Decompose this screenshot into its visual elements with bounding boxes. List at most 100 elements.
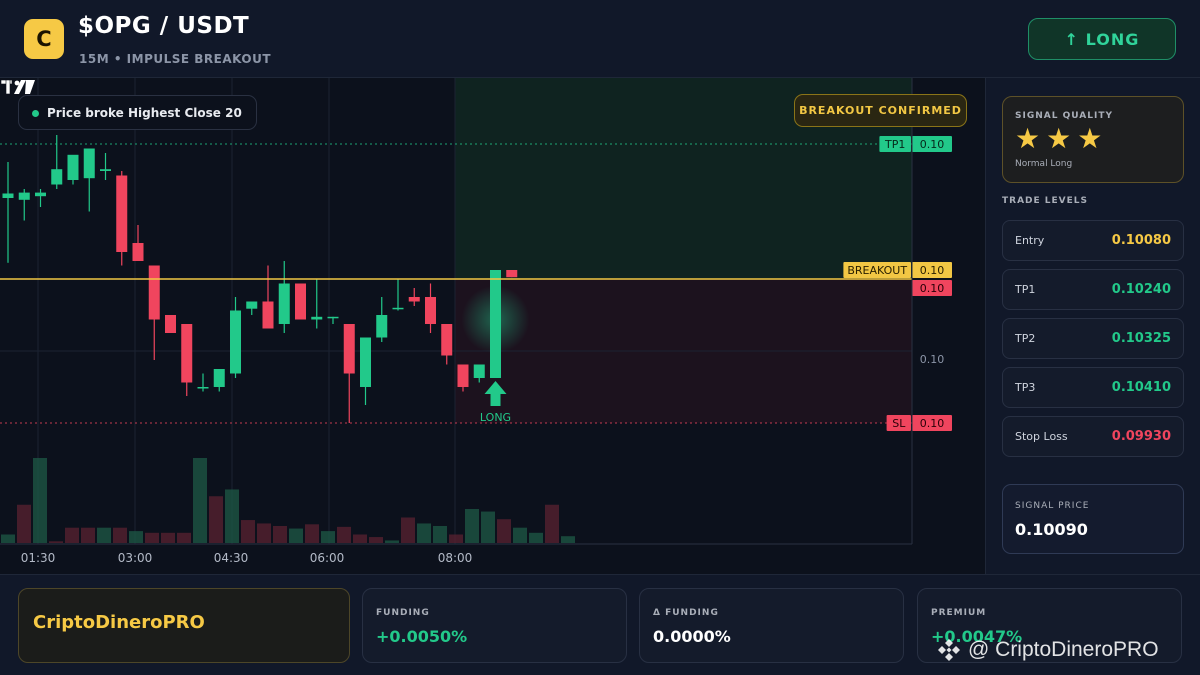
level-row-stop-loss: Stop Loss 0.09930 [1002, 416, 1184, 457]
candle-body [213, 369, 225, 387]
level-name: Stop Loss [1015, 430, 1068, 443]
volume-bar [257, 523, 271, 543]
volume-bar [561, 536, 575, 543]
current-price-tag: 0.10 [912, 280, 952, 296]
candle-body [311, 316, 323, 320]
volume-bar [49, 541, 63, 543]
star-icon: ★ [1015, 122, 1041, 155]
candle-body [35, 192, 46, 197]
breakout-price-tag: BREAKOUT 0.10 [843, 262, 952, 278]
volume-bar [529, 532, 543, 543]
volume-bar [129, 531, 143, 543]
candle-body [425, 297, 436, 324]
candle-body [2, 193, 14, 198]
level-value: 0.10080 [1111, 233, 1171, 248]
volume-bar [273, 526, 287, 543]
signal-info-pill: Price broke Highest Close 20 [18, 95, 257, 130]
candle-body [165, 315, 176, 333]
signal-price-card: SIGNAL PRICE 0.10090 [1002, 484, 1184, 554]
time-axis-label: 03:00 [118, 551, 153, 565]
tp1-price-tag: TP1 0.10 [879, 136, 952, 152]
trade-levels-title: TRADE LEVELS [1002, 196, 1088, 206]
level-row-tp2: TP2 0.10325 [1002, 318, 1184, 359]
price-tag-value: 0.10 [920, 264, 945, 277]
candle-body [181, 324, 193, 383]
candle-body [441, 324, 453, 356]
volume-bar [81, 527, 95, 543]
watermark: @ CriptoDineroPRO [936, 635, 1159, 665]
volume-bar [177, 532, 191, 543]
candle-body [197, 387, 209, 389]
long-signal-label: LONG [480, 411, 511, 424]
volume-bar [433, 526, 447, 543]
volume-bar [225, 489, 239, 543]
level-value: 0.09930 [1111, 429, 1171, 444]
status-dot-icon [32, 110, 39, 117]
level-value: 0.10240 [1111, 282, 1171, 297]
volume-bar [305, 524, 319, 543]
candle-body [262, 301, 274, 329]
volume-bar [481, 511, 495, 543]
price-axis-label: 0.10 [920, 353, 945, 366]
volume-bar [417, 523, 431, 543]
chart-canvas[interactable]: LONG TP1 0.10 BREAKOUT 0.10 0.10 SL 0.10 0.10 0… [0, 78, 986, 574]
candle-body [230, 310, 241, 374]
candle-body [408, 297, 420, 302]
volume-bar [465, 509, 479, 543]
candle-body [392, 307, 404, 310]
volume-bar [193, 458, 207, 543]
candle-body [506, 270, 518, 278]
candle-body [18, 192, 30, 200]
volume-bar [1, 534, 15, 543]
level-row-entry: Entry 0.10080 [1002, 220, 1184, 261]
level-name: TP1 [1015, 283, 1036, 296]
candle-body [473, 364, 485, 378]
brand-name: CriptoDineroPRO [33, 612, 205, 633]
volume-bar [321, 531, 335, 543]
volume-bar [497, 519, 511, 543]
level-name: Entry [1015, 234, 1045, 247]
signal-quality-card: SIGNAL QUALITY ★ ★ ★ Normal Long [1002, 96, 1184, 183]
volume-bar [33, 458, 47, 543]
signal-quality-caption: Normal Long [1015, 159, 1073, 169]
volume-bar [65, 527, 79, 543]
level-name: TP2 [1015, 332, 1036, 345]
volume-bar [337, 526, 351, 543]
volume-bar [353, 534, 367, 543]
star-rating: ★ ★ ★ [1015, 125, 1102, 153]
delta-funding-card: Δ FUNDING 0.0000% [639, 588, 904, 663]
signal-side-panel: SIGNAL QUALITY ★ ★ ★ Normal Long TRADE L… [986, 78, 1200, 574]
volume-bar [385, 540, 399, 543]
stat-label: PREMIUM [931, 608, 987, 618]
price-tag-label: SL [892, 417, 906, 430]
candle-body [51, 169, 63, 185]
candle-body [295, 283, 306, 320]
bottom-stats-bar: CriptoDineroPRO FUNDING +0.0050% Δ FUNDI… [0, 574, 1200, 675]
time-axis-label: 01:30 [21, 551, 56, 565]
level-value: 0.10410 [1111, 380, 1171, 395]
price-tag-value: 0.10 [920, 282, 945, 295]
time-axis-label: 06:00 [310, 551, 345, 565]
candle-body [246, 301, 258, 309]
candle-body [67, 154, 79, 180]
candle-body [457, 364, 469, 387]
candle-body [116, 175, 128, 252]
price-chart[interactable]: LONG TP1 0.10 BREAKOUT 0.10 0.10 SL 0.10 0.10 0… [0, 78, 986, 574]
time-axis-label: 04:30 [214, 551, 249, 565]
level-row-tp1: TP1 0.10240 [1002, 269, 1184, 310]
candle-body [376, 315, 388, 338]
candle-body [343, 324, 355, 374]
volume-bar [209, 496, 223, 543]
volume-bar [113, 527, 127, 543]
volume-bar [449, 534, 463, 543]
brand-card: CriptoDineroPRO [18, 588, 350, 663]
candle-body [360, 337, 371, 387]
tradingview-logo-icon [0, 79, 35, 95]
stat-value: 0.0000% [653, 627, 731, 646]
breakout-confirmed-badge: BREAKOUT CONFIRMED [794, 94, 967, 127]
stat-label: FUNDING [376, 608, 430, 618]
binance-logo-icon [938, 639, 960, 661]
volume-bar [513, 527, 527, 543]
long-button[interactable]: ↑ LONG [1028, 18, 1176, 60]
price-tag-value: 0.10 [920, 417, 945, 430]
